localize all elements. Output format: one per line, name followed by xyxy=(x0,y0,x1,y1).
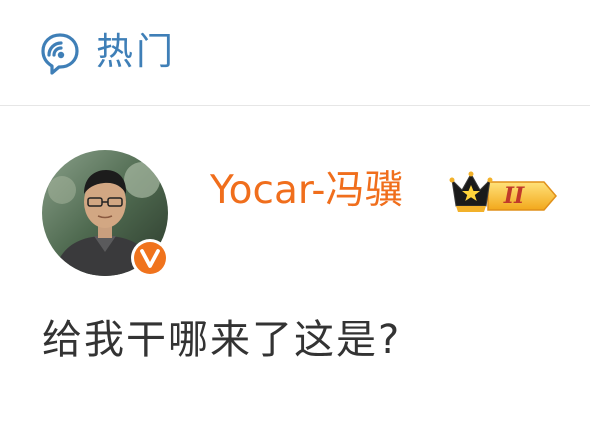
post-content: 给我干哪来了这是? xyxy=(42,317,402,363)
crown-vip-icon[interactable]: II xyxy=(444,168,560,216)
author-name[interactable]: Yocar-冯骥 xyxy=(210,166,403,216)
weibo-screen: 热门 Yocar-冯骥 II 给我干哪来了这是? xyxy=(0,0,590,442)
header-divider xyxy=(0,105,590,106)
hot-topic-bubble-icon xyxy=(40,32,80,76)
author-avatar-container[interactable] xyxy=(42,150,170,278)
verified-v-icon xyxy=(130,238,170,278)
page-header: 热门 xyxy=(0,0,590,106)
page-title: 热门 xyxy=(96,30,176,73)
vip-level-label: II xyxy=(503,183,525,209)
